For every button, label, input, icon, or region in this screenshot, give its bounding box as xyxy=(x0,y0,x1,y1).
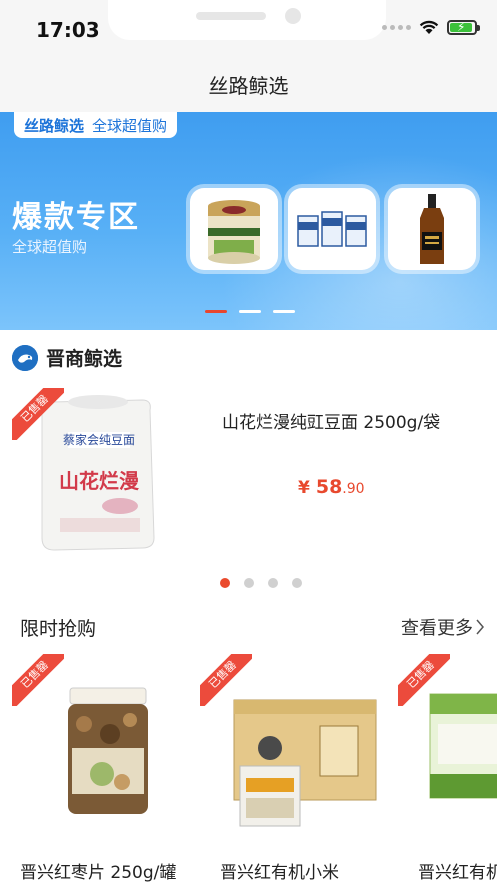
flash-sale-title: 限时抢购 xyxy=(20,618,97,640)
banner-slogan: 全球超值购 xyxy=(92,116,168,135)
featured-product-name[interactable]: 山花烂漫纯豇豆面 2500g/袋 xyxy=(222,408,440,433)
flash-item-name[interactable]: 晋兴红枣片 250g/罐 xyxy=(20,858,176,883)
flash-item-jujube[interactable]: 已售罄 xyxy=(12,654,192,854)
battery-icon: ⚡ xyxy=(447,20,480,35)
milk-powder-can-icon xyxy=(208,200,260,264)
notch-speaker xyxy=(196,12,266,20)
status-bar: 17:03 ⚡ xyxy=(0,0,497,56)
pager-dot[interactable] xyxy=(292,578,302,588)
flash-item-millet[interactable]: 已售罄 xyxy=(200,654,380,854)
sold-out-badge: 已售罄 xyxy=(398,654,450,706)
signal-icon xyxy=(382,25,411,30)
price-integer: 58 xyxy=(315,476,343,498)
banner-title: 爆款专区 xyxy=(12,200,140,235)
pager-dot[interactable] xyxy=(220,578,230,588)
banner-pager xyxy=(205,310,295,313)
banner-product-milk[interactable] xyxy=(288,188,376,270)
status-indicators: ⚡ xyxy=(382,20,480,35)
notch-camera xyxy=(285,8,301,24)
flash-item-name[interactable]: 晋兴红有机小米 xyxy=(220,858,339,883)
wifi-icon xyxy=(419,20,439,34)
milk-carton-icon xyxy=(297,211,367,247)
view-more-link[interactable]: 查看更多 xyxy=(401,614,485,640)
section-header: 晋商鲸选 xyxy=(12,344,122,371)
banner-subtitle: 全球超值购 xyxy=(12,238,88,256)
sold-out-badge: 已售罄 xyxy=(12,654,64,706)
bag-brand-text: 山花烂漫 xyxy=(59,469,140,493)
featured-pager xyxy=(220,578,302,588)
price-decimal: .90 xyxy=(342,481,365,497)
sold-out-badge: 已售罄 xyxy=(200,654,252,706)
status-time: 17:03 xyxy=(36,18,100,42)
flash-item-name[interactable]: 晋兴红有机 xyxy=(418,858,497,883)
promo-banner[interactable]: 丝路鲸选 全球超值购 爆款专区 全球超值购 xyxy=(0,112,497,330)
banner-dot[interactable] xyxy=(273,310,295,313)
banner-product-milk-powder[interactable] xyxy=(190,188,278,270)
banner-dot[interactable] xyxy=(239,310,261,313)
banner-product-whisky[interactable] xyxy=(388,188,476,270)
sold-out-badge: 已售罄 xyxy=(12,388,64,440)
view-more-label: 查看更多 xyxy=(401,618,473,639)
whale-logo-icon xyxy=(12,344,38,371)
price-currency: ¥ xyxy=(298,478,310,498)
featured-product-price: ¥ 58 .90 xyxy=(298,476,365,498)
device-notch xyxy=(108,0,386,40)
pager-dot[interactable] xyxy=(268,578,278,588)
section-title: 晋商鲸选 xyxy=(46,348,123,370)
whisky-bottle-icon xyxy=(420,194,444,264)
page-title: 丝路鲸选 xyxy=(208,73,289,98)
flash-item-grains[interactable]: 已售罄 xyxy=(398,654,497,854)
banner-tag: 丝路鲸选 全球超值购 xyxy=(14,112,178,138)
nav-bar: 丝路鲸选 xyxy=(0,56,497,112)
pager-dot[interactable] xyxy=(244,578,254,588)
banner-dot[interactable] xyxy=(205,310,227,313)
bag-label-text: 蔡家会纯豆面 xyxy=(63,432,135,447)
banner-brand: 丝路鲸选 xyxy=(24,116,85,135)
chevron-right-icon xyxy=(476,619,484,635)
featured-product-image[interactable]: 蔡家会纯豆面 山花烂漫 已售罄 xyxy=(12,388,192,560)
